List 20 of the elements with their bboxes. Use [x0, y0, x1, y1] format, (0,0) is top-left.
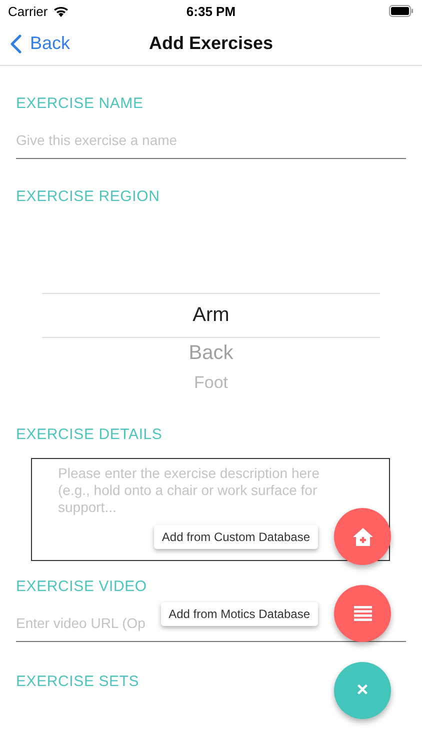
house-plus-icon — [352, 526, 374, 546]
section-label: EXERCISE DETAILS — [16, 426, 162, 443]
section-label: EXERCISE REGION — [16, 188, 160, 205]
battery-icon — [389, 5, 414, 17]
picker-option[interactable]: Back — [188, 338, 234, 368]
section-label: EXERCISE NAME — [16, 95, 144, 112]
carrier-text: Carrier — [8, 4, 48, 18]
chevron-left-icon — [10, 34, 22, 54]
back-button[interactable]: Back — [0, 33, 80, 54]
tooltip: Add from Motics Database — [160, 602, 318, 626]
picker-option[interactable]: Foot — [194, 368, 228, 398]
screen-title: Add Exercises — [148, 33, 274, 54]
clock-text: 6:35 PM — [186, 4, 236, 18]
section-label: EXERCISE SETS — [16, 673, 140, 690]
tooltip: Add from Custom Database — [154, 524, 318, 548]
picker-option[interactable]: Arm — [42, 294, 380, 338]
list-icon — [354, 604, 372, 622]
wifi-icon — [52, 5, 69, 17]
section-label: EXERCISE VIDEO — [16, 578, 147, 595]
close-button[interactable]: × — [334, 662, 391, 719]
